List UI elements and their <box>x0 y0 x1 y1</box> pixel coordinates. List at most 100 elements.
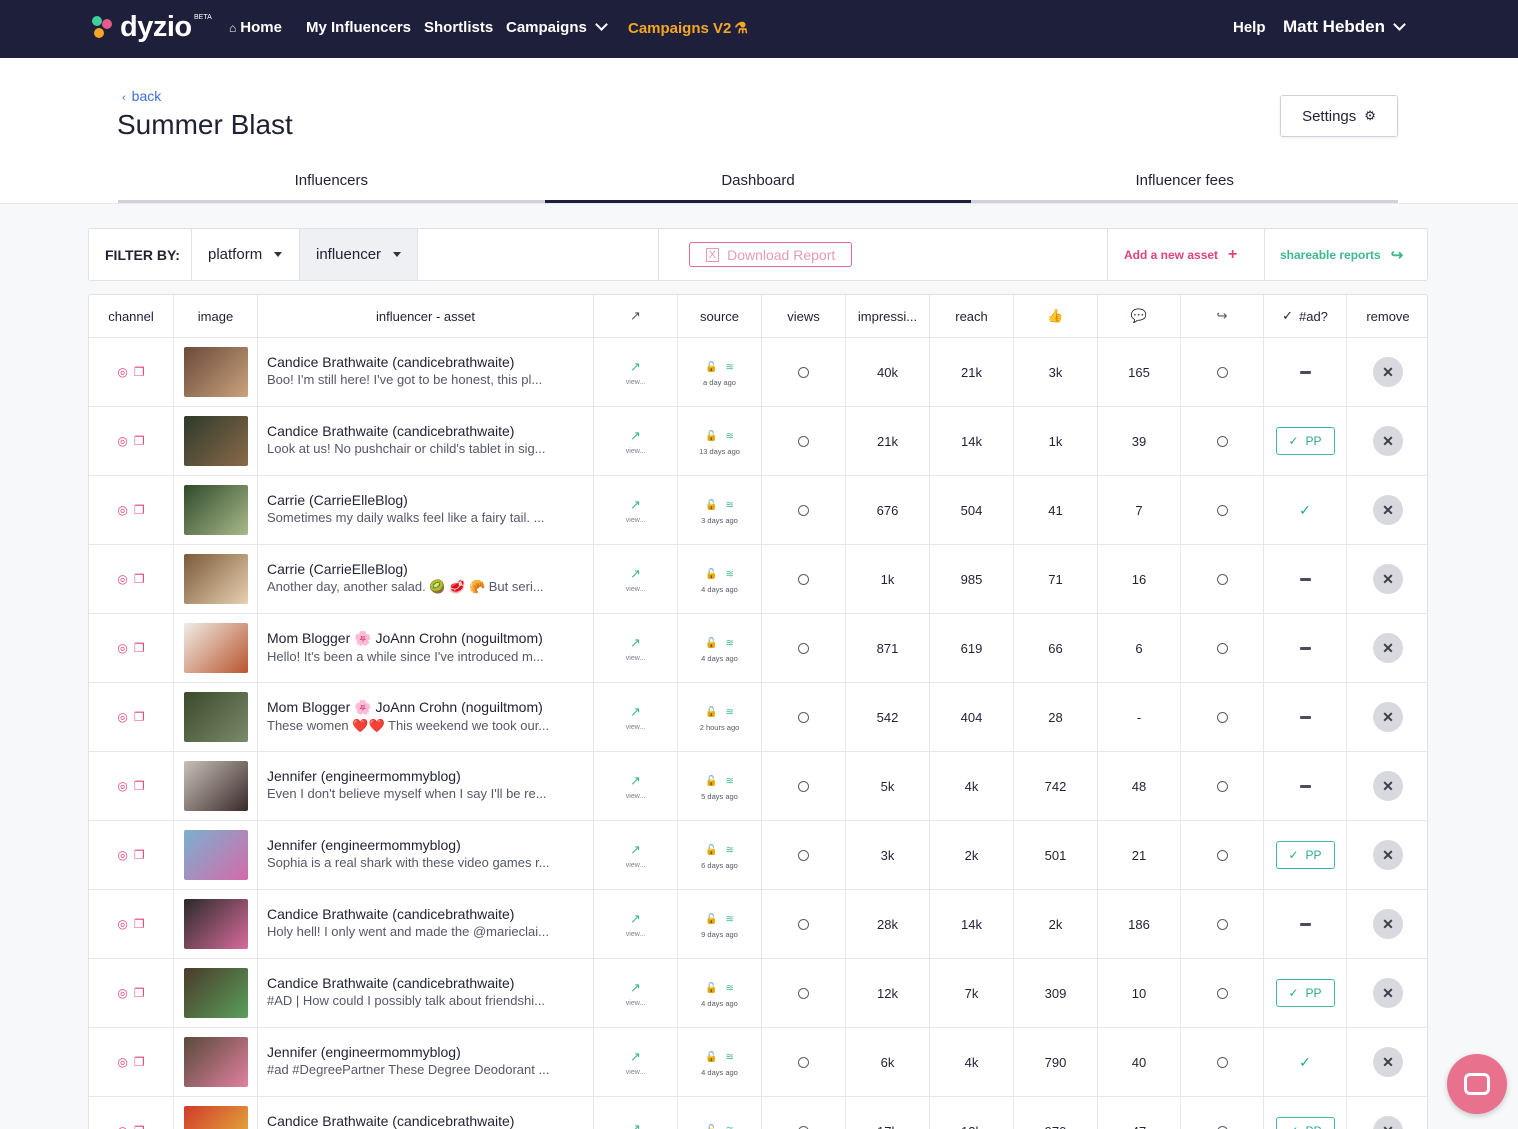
nav-campaigns[interactable]: Campaigns <box>506 18 608 36</box>
view-link[interactable]: view... <box>626 379 645 386</box>
influencer-name[interactable]: Jennifer (engineermommyblog) <box>267 768 461 784</box>
instagram-icon[interactable]: ◎ <box>117 986 127 1000</box>
instagram-icon[interactable]: ◎ <box>117 365 127 379</box>
view-link[interactable]: view... <box>626 931 645 938</box>
copy-icon[interactable]: ❐ <box>134 503 145 517</box>
nav-campaigns-v2[interactable]: Campaigns V2 ⚗ <box>628 19 748 37</box>
shares-radio[interactable] <box>1216 780 1228 792</box>
remove-button[interactable]: ✕ <box>1373 633 1403 663</box>
shares-radio[interactable] <box>1216 918 1228 930</box>
remove-button[interactable]: ✕ <box>1373 909 1403 939</box>
nav-home[interactable]: ⌂ Home <box>229 19 282 36</box>
view-link[interactable]: view... <box>626 862 645 869</box>
influencer-name[interactable]: Jennifer (engineermommyblog) <box>267 837 461 853</box>
nav-shortlists[interactable]: Shortlists <box>424 19 493 36</box>
remove-button[interactable]: ✕ <box>1373 564 1403 594</box>
asset-thumbnail[interactable] <box>183 899 248 949</box>
pp-badge[interactable]: ✓ PP <box>1275 427 1335 455</box>
influencer-name[interactable]: Jennifer (engineermommyblog) <box>267 1044 461 1060</box>
instagram-icon[interactable]: ◎ <box>117 779 127 793</box>
influencer-name[interactable]: Carrie (CarrieElleBlog) <box>267 561 408 577</box>
influencer-name[interactable]: Mom Blogger 🌸 JoAnn Crohn (noguiltmom) <box>267 699 543 716</box>
influencer-name[interactable]: Carrie (CarrieElleBlog) <box>267 492 408 508</box>
instagram-icon[interactable]: ◎ <box>117 1055 127 1069</box>
external-link-icon[interactable]: ↗ <box>630 428 641 444</box>
check-icon[interactable]: ✓ <box>1299 502 1311 519</box>
external-link-icon[interactable]: ↗ <box>630 980 641 996</box>
shares-radio[interactable] <box>1216 849 1228 861</box>
view-link[interactable]: view... <box>626 1000 645 1007</box>
copy-icon[interactable]: ❐ <box>134 1055 145 1069</box>
instagram-icon[interactable]: ◎ <box>117 572 127 586</box>
asset-thumbnail[interactable] <box>183 347 248 397</box>
influencer-name[interactable]: Candice Brathwaite (candicebrathwaite) <box>267 975 514 991</box>
settings-button[interactable]: Settings ⚙ <box>1280 95 1398 137</box>
influencer-filter-dropdown[interactable]: influencer <box>300 229 418 280</box>
shares-radio[interactable] <box>1216 711 1228 723</box>
views-radio[interactable] <box>798 987 809 999</box>
back-link[interactable]: ‹ back <box>122 88 161 104</box>
views-radio[interactable] <box>798 1056 809 1068</box>
external-link-icon[interactable]: ↗ <box>630 773 641 789</box>
remove-button[interactable]: ✕ <box>1373 840 1403 870</box>
influencer-name[interactable]: Candice Brathwaite (candicebrathwaite) <box>267 423 514 439</box>
external-link-icon[interactable]: ↗ <box>630 359 641 375</box>
external-link-icon[interactable]: ↗ <box>630 842 641 858</box>
asset-thumbnail[interactable] <box>183 1106 248 1129</box>
views-radio[interactable] <box>798 573 809 585</box>
shares-radio[interactable] <box>1216 504 1228 516</box>
instagram-icon[interactable]: ◎ <box>117 641 127 655</box>
views-radio[interactable] <box>798 435 809 447</box>
dash-icon[interactable] <box>1299 646 1311 650</box>
copy-icon[interactable]: ❐ <box>134 779 145 793</box>
remove-button[interactable]: ✕ <box>1373 426 1403 456</box>
copy-icon[interactable]: ❐ <box>134 434 145 448</box>
instagram-icon[interactable]: ◎ <box>117 917 127 931</box>
view-link[interactable]: view... <box>626 655 645 662</box>
shares-radio[interactable] <box>1216 573 1228 585</box>
asset-thumbnail[interactable] <box>183 830 248 880</box>
dash-icon[interactable] <box>1299 577 1311 581</box>
external-link-icon[interactable]: ↗ <box>630 566 641 582</box>
external-link-icon[interactable]: ↗ <box>630 911 641 927</box>
remove-button[interactable]: ✕ <box>1373 357 1403 387</box>
asset-thumbnail[interactable] <box>183 692 248 742</box>
pp-badge[interactable]: ✓ PP <box>1275 979 1335 1007</box>
views-radio[interactable] <box>798 1125 809 1129</box>
chat-launcher-button[interactable] <box>1447 1054 1507 1114</box>
asset-thumbnail[interactable] <box>183 416 248 466</box>
copy-icon[interactable]: ❐ <box>134 365 145 379</box>
remove-button[interactable]: ✕ <box>1373 1116 1403 1129</box>
views-radio[interactable] <box>798 642 809 654</box>
shares-radio[interactable] <box>1216 366 1228 378</box>
tab-dashboard[interactable]: Dashboard <box>544 166 972 203</box>
external-link-icon[interactable]: ↗ <box>630 497 641 513</box>
external-link-icon[interactable]: ↗ <box>630 1049 641 1065</box>
views-radio[interactable] <box>798 366 809 378</box>
remove-button[interactable]: ✕ <box>1373 495 1403 525</box>
external-link-icon[interactable]: ↗ <box>630 635 641 651</box>
external-link-icon[interactable]: ↗ <box>630 704 641 720</box>
shareable-reports-link[interactable]: shareable reports ↪ <box>1265 229 1427 280</box>
tab-influencers[interactable]: Influencers <box>118 166 545 203</box>
shares-radio[interactable] <box>1216 1056 1228 1068</box>
external-link-icon[interactable]: ↗ <box>630 1121 641 1129</box>
asset-thumbnail[interactable] <box>183 485 248 535</box>
asset-thumbnail[interactable] <box>183 554 248 604</box>
nav-help[interactable]: Help <box>1233 19 1266 36</box>
views-radio[interactable] <box>798 711 809 723</box>
influencer-name[interactable]: Mom Blogger 🌸 JoAnn Crohn (noguiltmom) <box>267 630 543 647</box>
instagram-icon[interactable]: ◎ <box>117 1124 127 1129</box>
copy-icon[interactable]: ❐ <box>134 641 145 655</box>
views-radio[interactable] <box>798 849 809 861</box>
platform-filter-dropdown[interactable]: platform <box>192 229 300 280</box>
views-radio[interactable] <box>798 918 809 930</box>
influencer-name[interactable]: Candice Brathwaite (candicebrathwaite) <box>267 354 514 370</box>
user-menu[interactable]: Matt Hebden <box>1283 17 1406 37</box>
remove-button[interactable]: ✕ <box>1373 978 1403 1008</box>
remove-button[interactable]: ✕ <box>1373 702 1403 732</box>
views-radio[interactable] <box>798 504 809 516</box>
shares-radio[interactable] <box>1216 987 1228 999</box>
download-report-button[interactable]: X Download Report <box>689 242 852 267</box>
view-link[interactable]: view... <box>626 724 645 731</box>
